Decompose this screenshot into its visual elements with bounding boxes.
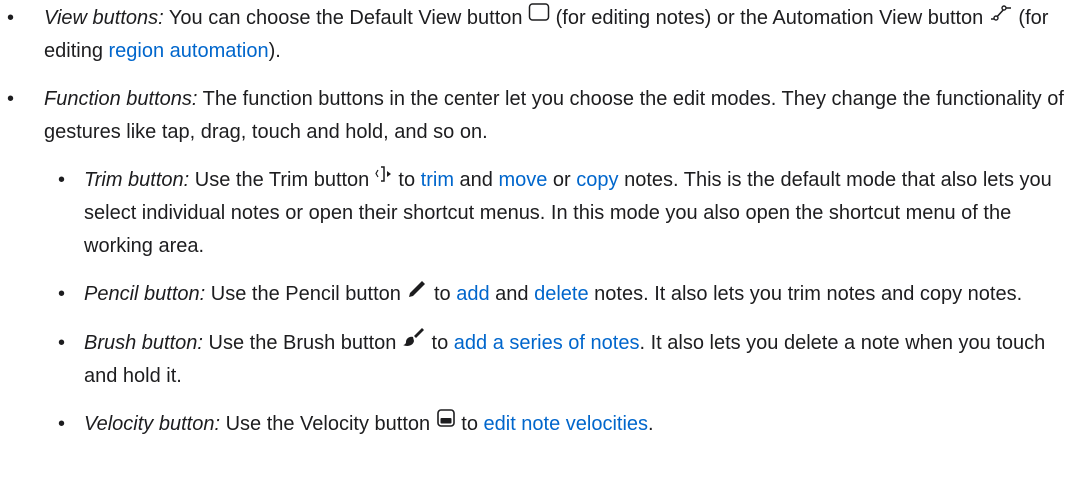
item-text: and [489,283,535,306]
item-text: to [428,283,457,306]
default-view-icon [528,0,550,33]
list-item-function-buttons: • Function buttons: The function buttons… [0,83,1081,441]
velocity-icon [436,406,456,439]
list-item-brush-button: • Brush button: Use the Brush button to … [44,327,1081,393]
bullet: • [7,7,15,29]
bullet: • [58,283,66,306]
list-item-trim-button: • Trim button: Use the Trim button to tr… [44,164,1081,263]
link-add[interactable]: add [456,283,489,305]
item-term: View buttons: [44,7,164,29]
bullet: • [58,331,66,354]
item-text: Use the Brush button [202,331,402,354]
link-copy[interactable]: copy [576,169,618,191]
link-add-series-of-notes[interactable]: add a series of notes [454,332,640,354]
list-item-velocity-button: • Velocity button: Use the Velocity butt… [44,408,1081,441]
feature-list: • View buttons: You can choose the Defau… [0,2,1081,456]
item-text: . [648,412,654,435]
link-trim[interactable]: trim [421,169,454,191]
item-term: Pencil button: [84,283,206,306]
pencil-icon [406,277,428,310]
item-term: Velocity button: [84,412,221,435]
item-text: ). [268,40,281,63]
item-term: Brush button: [84,331,203,354]
item-text: to [392,169,421,192]
item-text: and [453,169,499,192]
brush-icon [402,325,426,358]
item-text: The function buttons in the center let y… [44,88,1064,144]
list-item-view-buttons: • View buttons: You can choose the Defau… [0,2,1081,68]
item-term: Trim button: [84,169,190,192]
link-region-automation[interactable]: region automation [109,40,269,62]
item-text: Use the Velocity button [220,412,436,435]
item-text: Use the Pencil button [205,283,407,306]
item-term: Function buttons: [44,88,198,111]
item-text: Use the Trim button [189,169,375,192]
bullet: • [58,169,66,192]
item-text: You can choose the Default View button [163,7,529,29]
bullet: • [7,88,15,111]
link-move[interactable]: move [498,169,547,191]
item-text: to [455,412,484,435]
item-text: to [425,331,454,354]
item-text: notes. It also lets you trim notes and c… [588,283,1023,306]
list-item-pencil-button: • Pencil button: Use the Pencil button t… [44,278,1081,311]
document: • View buttons: You can choose the Defau… [0,0,1081,480]
trim-icon [375,162,393,195]
function-buttons-sublist: • Trim button: Use the Trim button to tr… [44,164,1081,441]
automation-view-icon [989,0,1013,33]
link-delete[interactable]: delete [534,283,589,305]
link-edit-note-velocities[interactable]: edit note velocities [484,413,649,435]
item-text: (for editing notes) or the Automation Vi… [550,7,989,29]
item-text: or [547,169,577,192]
bullet: • [58,412,66,435]
